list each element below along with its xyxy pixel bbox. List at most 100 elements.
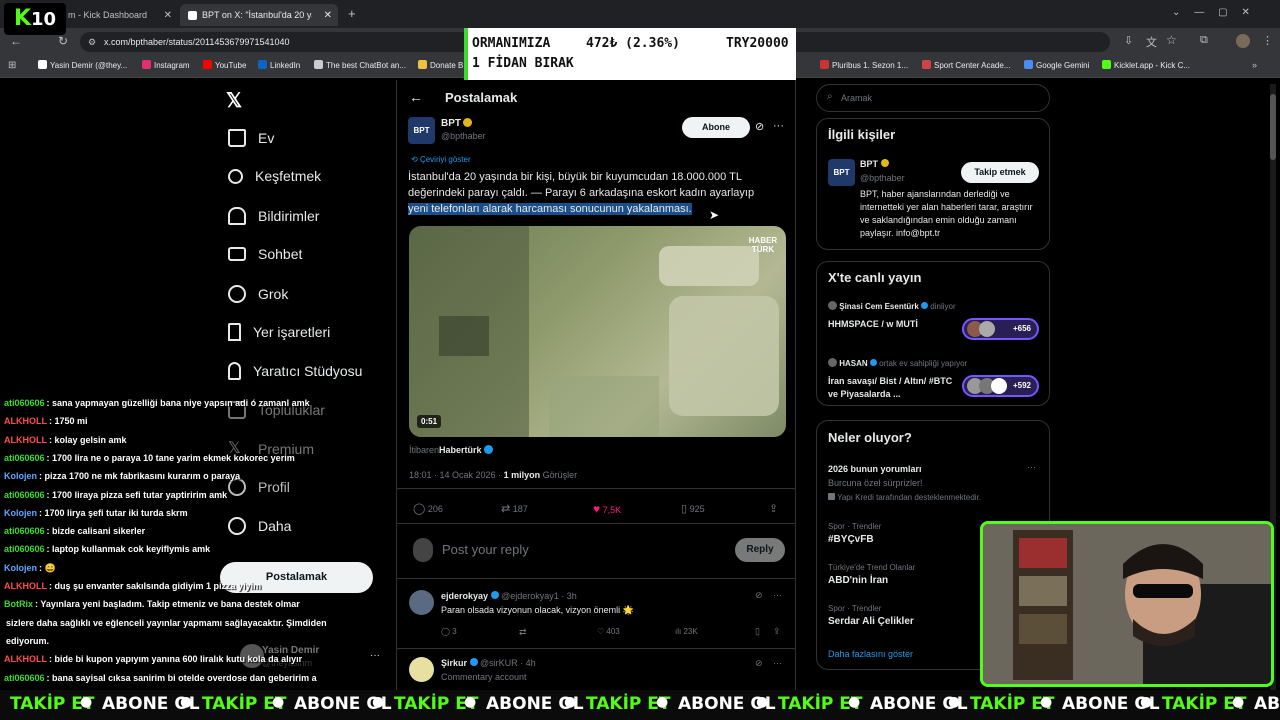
scrollbar-thumb[interactable] bbox=[1270, 94, 1276, 160]
back-arrow-icon[interactable]: ← bbox=[409, 89, 423, 105]
install-icon[interactable]: ⇩ bbox=[1124, 34, 1133, 47]
reply-input[interactable]: Post your reply bbox=[442, 542, 529, 557]
more-options-icon[interactable]: ··· bbox=[1027, 462, 1036, 472]
apps-icon[interactable]: ⊞ bbox=[8, 60, 16, 71]
grok-icon[interactable]: ⊘ bbox=[755, 658, 763, 669]
reply-reply-action[interactable]: ◯ 3 bbox=[441, 627, 457, 636]
grok-icon[interactable]: ⊘ bbox=[755, 120, 764, 133]
trend-name[interactable]: Serdar Ali Çelikler bbox=[828, 616, 914, 627]
join-space-button[interactable]: +592 bbox=[962, 375, 1039, 397]
bookmark-youtube[interactable]: YouTube bbox=[203, 60, 246, 70]
repost-icon[interactable]: ⇄ bbox=[519, 627, 527, 638]
reply-item[interactable]: Şirkur @sirKUR · 4h Commentary account ⊘… bbox=[397, 649, 795, 690]
more-bookmarks-icon[interactable]: » bbox=[1252, 60, 1257, 70]
chat-username[interactable]: ati060606 bbox=[4, 526, 45, 536]
follow-button[interactable]: Takip etmek bbox=[961, 162, 1039, 183]
nav-grok[interactable]: Grok bbox=[228, 285, 288, 303]
video-player[interactable]: HABER TÜRK 0:51 bbox=[409, 226, 786, 437]
chat-username[interactable]: ALKHOLL bbox=[4, 435, 47, 445]
translate-icon[interactable]: 文 bbox=[1146, 34, 1157, 50]
bookmark-gemini[interactable]: Google Gemini bbox=[1024, 60, 1089, 70]
more-options-icon[interactable]: ··· bbox=[773, 120, 784, 132]
bookmark-kicklet[interactable]: Kicklet.app - Kick C... bbox=[1102, 60, 1190, 70]
reply-like-action[interactable]: ♡ 403 bbox=[597, 627, 620, 636]
trend-name[interactable]: #BYÇvFB bbox=[828, 534, 874, 545]
nav-messages[interactable]: Sohbet bbox=[228, 246, 302, 262]
search-icon: ⌕ bbox=[827, 91, 833, 102]
star-icon[interactable]: ☆ bbox=[1166, 33, 1177, 47]
chat-username[interactable]: ati060606 bbox=[4, 453, 45, 463]
tab-bpt-post[interactable]: BPT on X: "İstanbul'da 20 yaşında ✕ bbox=[180, 4, 338, 26]
avatar[interactable] bbox=[409, 590, 434, 615]
extensions-icon[interactable]: ⧉ bbox=[1200, 34, 1208, 47]
reply-author[interactable]: ejderokyay @ejderokyay1 · 3h bbox=[441, 591, 577, 601]
chat-message: ati060606: bana sayisal cıksa sanirim bi… bbox=[4, 673, 317, 683]
author-name[interactable]: BPT bbox=[441, 118, 461, 129]
x-favicon-icon bbox=[38, 60, 47, 69]
nav-bookmarks[interactable]: Yer işaretleri bbox=[228, 323, 330, 341]
bookmark-icon[interactable]: ▯ bbox=[755, 626, 760, 637]
trend-name[interactable]: 2026 bunun yorumları bbox=[828, 464, 922, 474]
site-info-icon[interactable]: ⚙ bbox=[88, 32, 96, 52]
chat-username[interactable]: Kolojen bbox=[4, 563, 37, 573]
tab-kick-dashboard[interactable]: m - Kick Dashboard ✕ bbox=[60, 4, 178, 26]
reply-item[interactable]: ejderokyay @ejderokyay1 · 3h Paran olsad… bbox=[397, 579, 795, 649]
reply-button[interactable]: Reply bbox=[735, 538, 785, 562]
bookmark-donate[interactable]: Donate B bbox=[418, 60, 463, 70]
live-title[interactable]: İran savaşı/ Bist / Altın/ #BTC ve Piyas… bbox=[828, 375, 953, 401]
avatar[interactable] bbox=[409, 657, 434, 682]
nav-explore[interactable]: Keşfetmek bbox=[228, 168, 321, 184]
chat-username[interactable]: ALKHOLL bbox=[4, 416, 47, 426]
nav-creator-studio[interactable]: Yaratıcı Stüdyosu bbox=[228, 362, 362, 380]
chat-username[interactable]: ati060606 bbox=[4, 490, 45, 500]
repost-action[interactable]: ⇄ 187 bbox=[501, 502, 528, 515]
grok-icon[interactable]: ⊘ bbox=[755, 590, 763, 601]
bookmark-label: Donate B bbox=[430, 61, 464, 70]
bookmark-x[interactable]: Yasin Demir (@they... bbox=[38, 60, 127, 70]
bookmark-action[interactable]: ▯ 925 bbox=[681, 502, 705, 515]
share-icon[interactable]: ⇪ bbox=[769, 502, 778, 515]
menu-icon[interactable]: ⋮ bbox=[1262, 34, 1273, 47]
reply-author[interactable]: Şirkur @sirKUR · 4h bbox=[441, 658, 536, 668]
chat-username[interactable]: BotRix bbox=[4, 599, 33, 609]
chat-username[interactable]: Kolojen bbox=[4, 471, 37, 481]
like-action[interactable]: ♥ 7,5K bbox=[593, 502, 621, 516]
bookmark-sport-center[interactable]: Sport Center Acade... bbox=[922, 60, 1011, 70]
share-icon[interactable]: ⇪ bbox=[773, 626, 781, 637]
new-tab-icon[interactable]: + bbox=[348, 6, 356, 21]
more-options-icon[interactable]: ··· bbox=[773, 590, 782, 600]
chat-username[interactable]: Kolojen bbox=[4, 508, 37, 518]
search-input[interactable]: ⌕ Aramak bbox=[816, 84, 1050, 112]
translate-link[interactable]: ⟲ Çeviriyi göster bbox=[411, 155, 471, 164]
close-icon[interactable]: ✕ bbox=[164, 10, 172, 21]
window-controls[interactable]: ⌄ ― ▢ ✕ bbox=[1172, 7, 1250, 18]
nav-notifications[interactable]: Bildirimler bbox=[228, 207, 319, 225]
live-title[interactable]: HHMSPACE / w MUTİ bbox=[828, 319, 918, 329]
avatar[interactable] bbox=[1236, 34, 1250, 48]
bookmark-chatbot[interactable]: The best ChatBot an... bbox=[314, 60, 406, 70]
back-icon[interactable]: ← bbox=[10, 34, 22, 48]
bookmark-linkedin[interactable]: LinkedIn bbox=[258, 60, 300, 70]
reload-icon[interactable]: ↻ bbox=[58, 34, 68, 48]
trend-name[interactable]: ABD'nin İran bbox=[828, 575, 888, 586]
nav-home[interactable]: Ev bbox=[228, 129, 274, 147]
x-logo-icon[interactable]: 𝕏 bbox=[226, 88, 242, 113]
join-space-button[interactable]: +656 bbox=[962, 318, 1039, 340]
chat-username[interactable]: ati060606 bbox=[4, 673, 45, 683]
bookmark-pluribus[interactable]: Pluribus 1. Sezon 1... bbox=[820, 60, 908, 70]
more-options-icon[interactable]: ··· bbox=[773, 658, 782, 668]
source-link[interactable]: Habertürk bbox=[439, 445, 482, 455]
show-more-link[interactable]: Daha fazlasını göster bbox=[828, 649, 913, 659]
chat-username[interactable]: ati060606 bbox=[4, 398, 45, 408]
related-name[interactable]: BPT bbox=[860, 159, 878, 169]
bookmark-instagram[interactable]: Instagram bbox=[142, 60, 190, 70]
avatar[interactable]: BPT bbox=[828, 159, 855, 186]
chat-username[interactable]: ALKHOLL bbox=[4, 581, 47, 591]
trend-category: Spor · Trendler bbox=[828, 522, 882, 531]
subscribe-button[interactable]: Abone bbox=[682, 117, 750, 138]
reply-action[interactable]: ◯ 206 bbox=[413, 502, 443, 515]
chat-username[interactable]: ALKHOLL bbox=[4, 654, 47, 664]
author-avatar[interactable]: BPT bbox=[408, 117, 435, 144]
close-icon[interactable]: ✕ bbox=[324, 10, 332, 21]
chat-username[interactable]: ati060606 bbox=[4, 544, 45, 554]
